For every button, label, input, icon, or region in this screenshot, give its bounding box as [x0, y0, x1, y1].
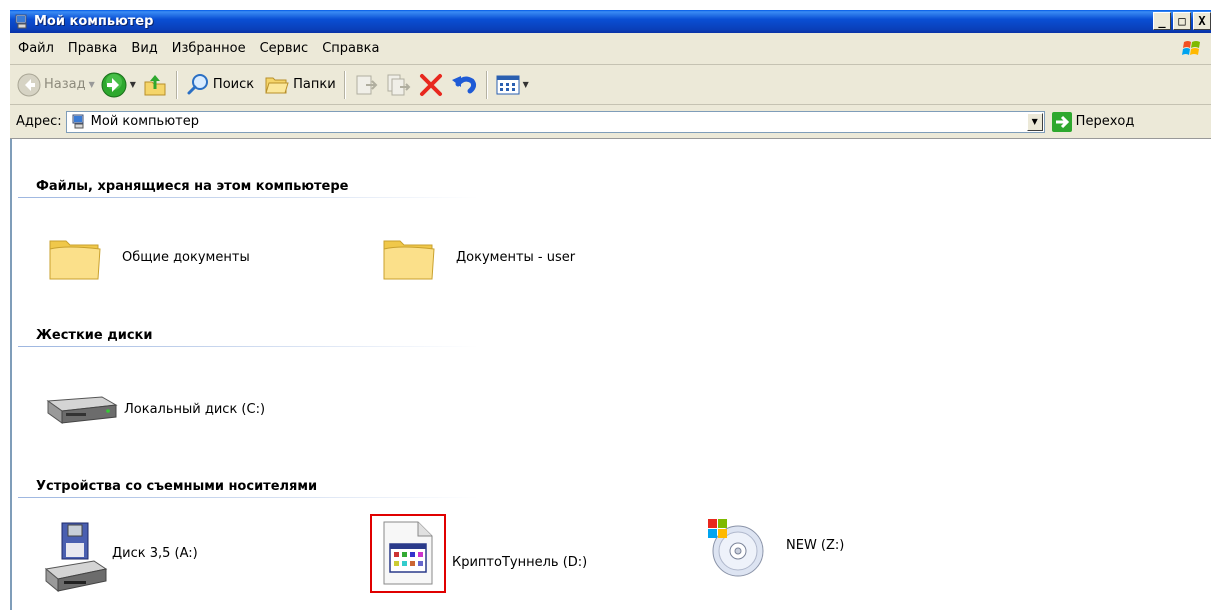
- group-title-stored-files: Файлы, хранящиеся на этом компьютере: [36, 179, 349, 194]
- item-label: Локальный диск (C:): [124, 401, 266, 417]
- menu-view[interactable]: Вид: [124, 41, 164, 56]
- item-label: Документы - user: [456, 249, 576, 265]
- delete-icon: [419, 73, 442, 96]
- hard-drive-icon: [46, 396, 118, 424]
- views-icon: [496, 75, 520, 94]
- menu-bar: Файл Правка Вид Избранное Сервис Справка: [10, 33, 1211, 65]
- windows-logo-icon: [1182, 41, 1200, 55]
- menu-file[interactable]: Файл: [10, 41, 61, 56]
- maximize-button[interactable]: □: [1173, 12, 1191, 30]
- folder-icon: [49, 240, 101, 280]
- drive-item-cryptotunnel-d[interactable]: КриптоТуннель (D:): [378, 520, 587, 586]
- menu-help[interactable]: Справка: [315, 41, 386, 56]
- folders-button[interactable]: Папки: [261, 69, 339, 101]
- item-label: КриптоТуннель (D:): [452, 554, 588, 570]
- group-title-removable-devices: Устройства со съемными носителями: [36, 479, 318, 494]
- folders-label: Папки: [293, 77, 336, 92]
- address-dropdown-button[interactable]: ▼: [1026, 112, 1043, 131]
- menu-tools[interactable]: Сервис: [253, 41, 316, 56]
- back-button[interactable]: Назад ▼: [14, 69, 98, 101]
- window-controls: _ □ X: [1153, 12, 1211, 30]
- my-computer-icon: [15, 14, 27, 28]
- copy-to-icon: [387, 74, 411, 95]
- menu-favorites[interactable]: Избранное: [165, 41, 253, 56]
- group-divider: [18, 346, 478, 347]
- toolbar-separator: [175, 70, 178, 99]
- title-bar[interactable]: Мой компьютер _ □ X: [10, 10, 1211, 33]
- search-label: Поиск: [212, 77, 255, 92]
- search-icon: [187, 73, 208, 94]
- toolbar-separator: [343, 70, 346, 99]
- menu-edit[interactable]: Правка: [61, 41, 124, 56]
- group-title-hard-drives: Жесткие диски: [36, 328, 153, 343]
- explorer-window: Мой компьютер _ □ X Файл Правка Вид Избр…: [0, 0, 1211, 610]
- drive-item-new-z[interactable]: NEW (Z:): [706, 517, 844, 577]
- forward-button[interactable]: ▼: [98, 69, 139, 101]
- back-arrow-icon: [17, 73, 41, 96]
- undo-button[interactable]: [447, 69, 481, 101]
- drive-item-local-c[interactable]: Локальный диск (C:): [42, 389, 265, 429]
- back-label: Назад: [44, 77, 86, 92]
- move-to-button[interactable]: [351, 69, 383, 101]
- item-label: Диск 3,5 (A:): [112, 545, 198, 561]
- views-button[interactable]: ▼: [493, 69, 532, 101]
- views-dropdown-icon[interactable]: ▼: [523, 80, 529, 89]
- window-title: Мой компьютер: [34, 14, 154, 29]
- delete-button[interactable]: [415, 69, 447, 101]
- toolbar-separator: [485, 70, 488, 99]
- item-label: NEW (Z:): [786, 537, 845, 553]
- cd-drive-icon: [708, 519, 764, 577]
- group-divider: [18, 197, 478, 198]
- search-button[interactable]: Поиск: [183, 69, 257, 101]
- copy-to-button[interactable]: [383, 69, 415, 101]
- forward-dropdown-icon[interactable]: ▼: [130, 80, 136, 89]
- minimize-button[interactable]: _: [1153, 12, 1171, 30]
- move-to-icon: [356, 75, 378, 94]
- address-input[interactable]: Мой компьютер ▼: [65, 110, 1045, 133]
- up-folder-button[interactable]: [139, 69, 171, 101]
- floppy-drive-icon: [44, 522, 108, 593]
- my-computer-icon: [72, 114, 84, 128]
- address-value: Мой компьютер: [90, 114, 199, 129]
- undo-icon: [451, 75, 476, 93]
- go-button[interactable]: Переход: [1051, 111, 1135, 132]
- folder-item-shared-documents[interactable]: Общие документы: [46, 231, 250, 283]
- toolbar: Назад ▼ ▼ Поиск Папки ▼: [10, 65, 1211, 105]
- item-label: Общие документы: [122, 249, 250, 265]
- back-dropdown-icon[interactable]: ▼: [89, 80, 95, 89]
- content-pane: Файлы, хранящиеся на этом компьютере Общ…: [10, 139, 1211, 610]
- address-label: Адрес:: [16, 114, 62, 129]
- folder-icon: [383, 240, 435, 280]
- folder-item-user-documents[interactable]: Документы - user: [380, 231, 575, 283]
- up-folder-icon: [144, 74, 166, 95]
- forward-arrow-icon: [101, 72, 127, 97]
- group-divider: [18, 497, 478, 498]
- close-button[interactable]: X: [1193, 12, 1211, 30]
- folders-icon: [265, 77, 289, 93]
- application-file-icon: [383, 521, 433, 585]
- address-bar: Адрес: Мой компьютер ▼ Переход: [10, 105, 1211, 139]
- drive-item-floppy-a[interactable]: Диск 3,5 (A:): [42, 521, 198, 595]
- go-label: Переход: [1075, 114, 1135, 129]
- go-arrow-icon: [1051, 111, 1072, 132]
